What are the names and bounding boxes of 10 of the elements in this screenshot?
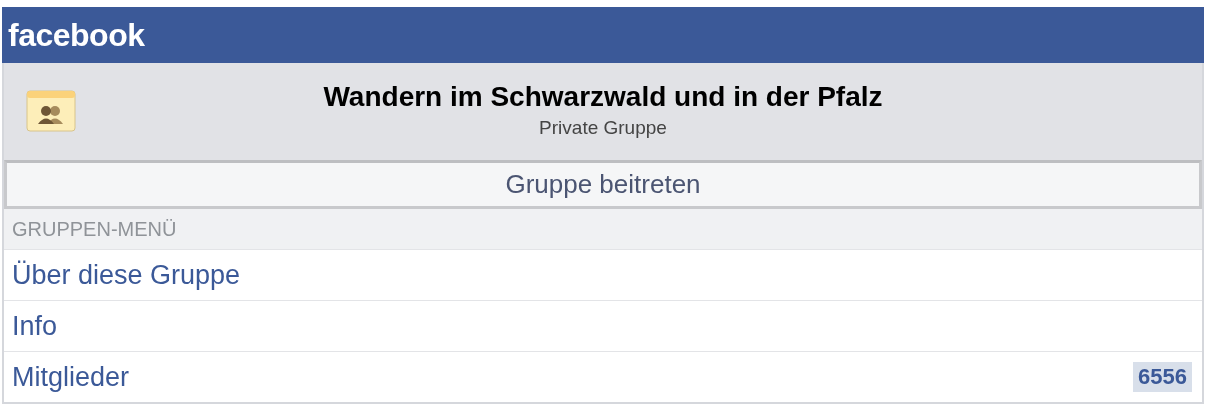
- group-icon: [26, 89, 78, 134]
- menu-item-label: Mitglieder: [12, 361, 130, 393]
- group-privacy: Private Gruppe: [539, 117, 667, 139]
- menu-item-label: Über diese Gruppe: [12, 259, 241, 291]
- menu-title: GRUPPEN-MENÜ: [12, 217, 177, 241]
- menu-item-label: Info: [12, 310, 58, 342]
- member-count: 6556: [1133, 362, 1192, 392]
- join-group-button[interactable]: Gruppe beitreten: [4, 160, 1202, 209]
- group-name: Wandern im Schwarzwald und in der Pfalz: [323, 81, 883, 113]
- logo[interactable]: facebook: [8, 16, 145, 54]
